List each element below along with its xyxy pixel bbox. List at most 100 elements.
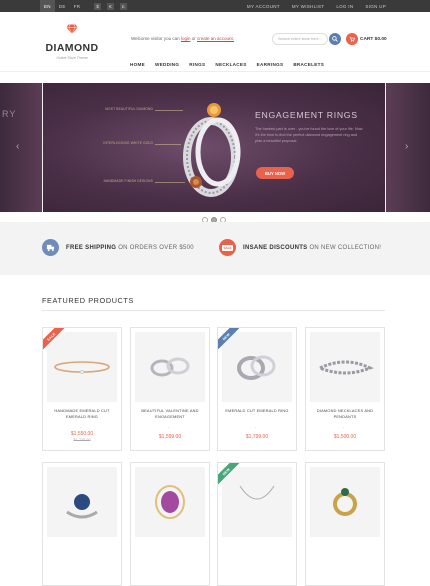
ring-label-3: HANDMADE FINISH DESIGNS [103,179,153,183]
welcome-text: Welcome visitor you can [131,36,180,41]
buy-now-button[interactable]: BUY NOW [256,167,294,179]
ring-label-1-line [155,110,183,111]
cart-icon [349,36,355,42]
product-card[interactable]: NEW [217,462,297,586]
ring-label-1: MOST BEAUTIFUL DIAMOND [105,107,153,111]
next-slide-peek: › [386,83,430,212]
product-separator: - [80,424,82,429]
search-input[interactable]: Search entire store here... [272,33,328,45]
search-icon [332,36,338,42]
currency-usd[interactable]: $ [94,2,102,10]
product-name[interactable]: HANDMADE EMERALD CUT EMERALD RING [46,408,118,419]
active-slide: MOST BEAUTIFUL DIAMOND INTERLOCKING WHIT… [43,83,385,212]
chevron-right-icon[interactable]: › [405,141,408,152]
slide-title: ENGAGEMENT RINGS [255,110,358,120]
chevron-left-icon[interactable]: ‹ [16,141,19,152]
currency-gbp[interactable]: £ [119,2,127,10]
promo-strip: FREE SHIPPING ON ORDERS OVER $500 SALE I… [0,222,430,275]
gold-ring-image [333,488,357,516]
signup-link[interactable]: SIGN UP [365,4,386,9]
cart-button[interactable] [346,33,358,45]
product-card[interactable]: BEAUTIFUL VALENTINE AND ENGAGEMENT - $1,… [130,327,210,451]
currency-switcher: $ € £ [94,0,127,12]
top-bar: EN DE FR $ € £ MY ACCOUNT MY WISHLIST LO… [0,0,430,12]
ring-pair-image [237,355,276,380]
bracelet-image [54,361,110,374]
product-image[interactable] [47,332,117,402]
nav-rings[interactable]: RINGS [189,62,205,67]
logo-name: DIAMOND [45,42,99,54]
nav-bracelets[interactable]: BRACELETS [293,62,324,67]
product-image[interactable] [310,332,380,402]
featured-divider [42,310,385,311]
prev-slide-peek: RY ‹ [0,83,42,212]
product-image[interactable] [135,332,205,402]
diamond-bracelet-image [319,360,374,375]
amethyst-ring-image [155,485,185,519]
engagement-ring-image [183,103,241,197]
lang-en[interactable]: EN [40,0,55,12]
product-price: $1,599.00 [158,434,182,440]
product-image[interactable] [310,467,380,537]
nav-wedding[interactable]: WEDDING [155,62,179,67]
my-account-link[interactable]: MY ACCOUNT [247,4,280,9]
cart-total[interactable]: CART $0.00 [360,37,387,42]
language-switcher: EN DE FR $ € £ [40,0,127,12]
product-price: $1,550.00 [70,431,94,437]
shipping-icon-badge [42,239,59,256]
nav-home[interactable]: HOME [130,62,145,67]
product-separator: - [255,424,257,429]
nav-earrings[interactable]: EARRINGS [257,62,284,67]
product-price: $1,500.00 [333,434,357,440]
diamond-logo-icon [66,24,78,35]
product-name[interactable]: DIAMOND NECKLACES AND PENDANTS [309,408,381,419]
product-name[interactable]: BEAUTIFUL VALENTINE AND ENGAGEMENT [134,408,206,419]
hero-slider: RY ‹ MOST BEAUTIFUL DIAMOND INTERLOCKING… [0,83,430,223]
welcome-message: Welcome visitor you can login or create … [131,36,234,41]
welcome-login-link[interactable]: login [181,36,191,41]
product-image[interactable] [222,332,292,402]
currency-eur[interactable]: € [107,2,114,10]
product-card[interactable] [130,462,210,586]
product-card[interactable] [305,462,385,586]
product-image[interactable] [47,467,117,537]
product-card[interactable]: SALE HANDMADE EMERALD CUT EMERALD RING -… [42,327,122,451]
product-name[interactable]: EMERALD CUT EMERALD RING [221,408,293,414]
discount-text: INSANE DISCOUNTS ON NEW COLLECTION! [243,245,381,251]
discount-rest: ON NEW COLLECTION! [309,245,382,251]
login-link[interactable]: LOG IN [336,4,353,9]
product-card[interactable] [42,462,122,586]
discount-bold: INSANE DISCOUNTS [243,245,308,251]
ring-label-3-line [155,182,185,183]
product-old-price: $1,725.00 [73,438,91,442]
pendant-necklace-image [239,485,275,500]
my-wishlist-link[interactable]: MY WISHLIST [292,4,324,9]
free-shipping-rest: ON ORDERS OVER $500 [118,245,194,251]
truck-icon [46,244,55,252]
sapphire-ring-image [66,494,98,519]
product-image[interactable] [222,467,292,537]
ring-label-2: INTERLOCKING WHITE GOLD [103,141,153,145]
main-nav: HOME WEDDING RINGS NECKLACES EARRINGS BR… [130,62,324,67]
logo-tagline: Online Store Theme [56,56,88,60]
account-links: MY ACCOUNT MY WISHLIST LOG IN SIGN UP [247,0,386,12]
sale-tag-icon: SALE [221,244,233,251]
create-account-link[interactable]: create an account. [197,36,234,41]
header: DIAMOND Online Store Theme Welcome visit… [0,12,430,72]
product-price: $1,799.00 [245,434,269,440]
free-shipping-text: FREE SHIPPING ON ORDERS OVER $500 [66,245,194,251]
featured-products-title: FEATURED PRODUCTS [42,296,134,305]
product-card[interactable]: NEW EMERALD CUT EMERALD RING - $1,799.00 [217,327,297,451]
lang-de[interactable]: DE [55,0,70,12]
lang-fr[interactable]: FR [70,0,85,12]
product-image[interactable] [135,467,205,537]
product-card[interactable]: DIAMOND NECKLACES AND PENDANTS - $1,500.… [305,327,385,451]
search-button[interactable] [329,33,341,45]
ring-label-2-line [155,144,181,145]
logo[interactable]: DIAMOND Online Store Theme [42,22,102,60]
nav-necklaces[interactable]: NECKLACES [215,62,246,67]
slide-description: The hardest part is over - you've found … [255,127,363,143]
welcome-or-text: or [191,36,196,41]
free-shipping-bold: FREE SHIPPING [66,245,117,251]
product-separator: - [168,424,170,429]
